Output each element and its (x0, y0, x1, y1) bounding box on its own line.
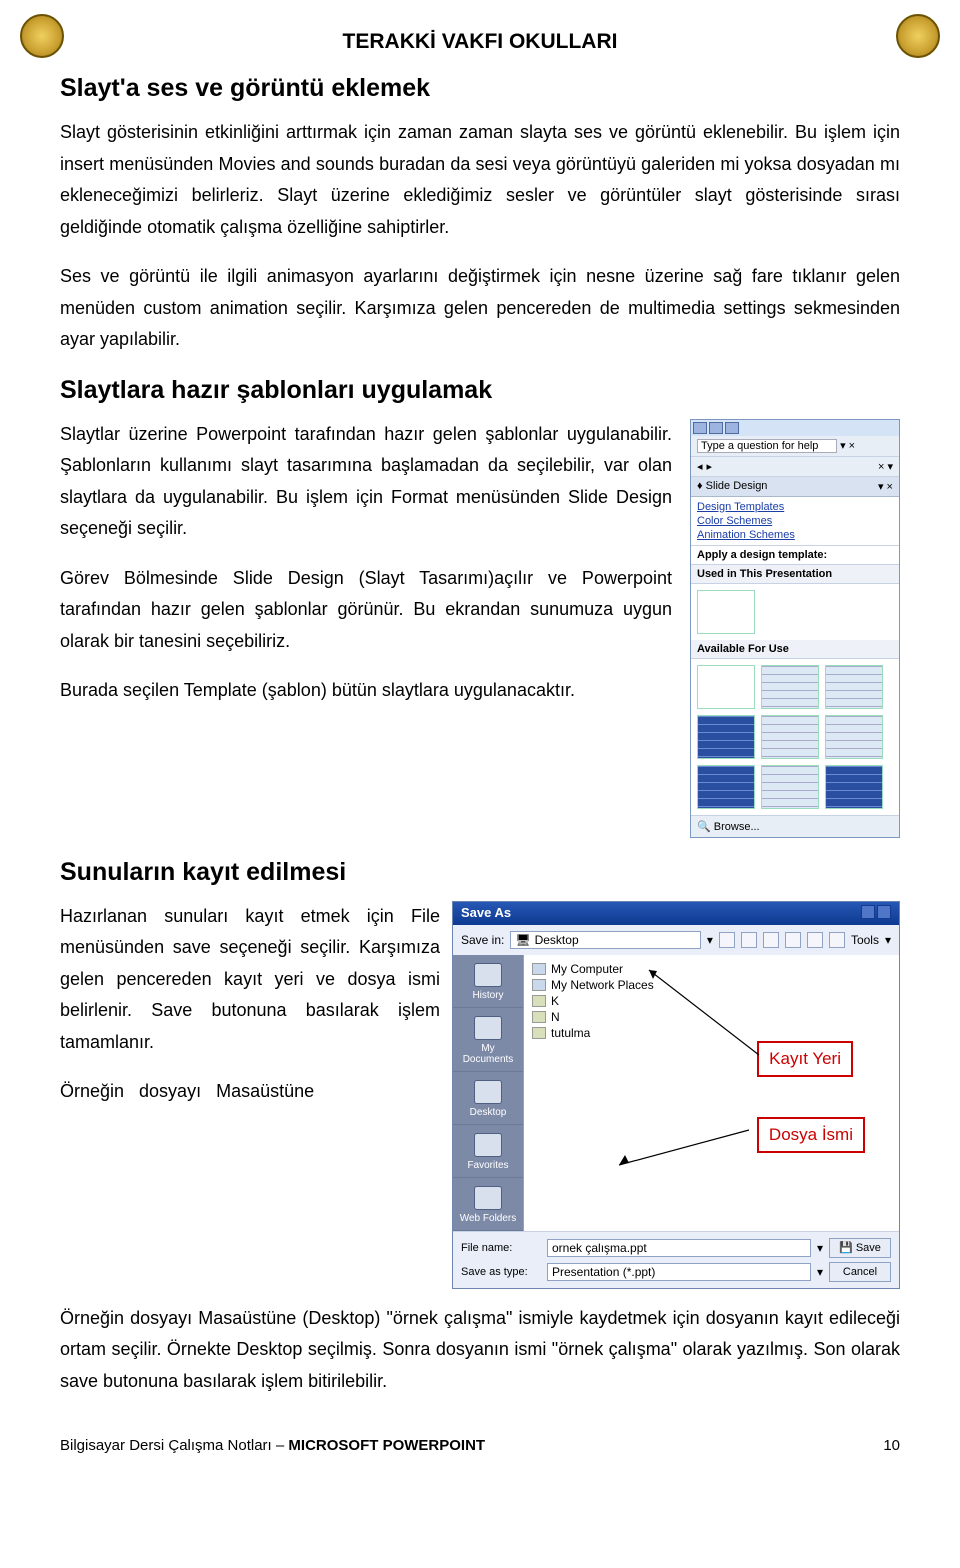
template-thumbnail[interactable] (825, 715, 883, 759)
used-in-presentation-label: Used in This Presentation (691, 565, 899, 584)
up-icon[interactable] (741, 932, 757, 948)
toolbar-icon[interactable]: ◂ (697, 460, 703, 473)
views-icon[interactable] (829, 932, 845, 948)
save-in-dropdown[interactable]: 🖥Desktop (510, 931, 701, 949)
color-schemes-link[interactable]: Color Schemes (697, 514, 893, 528)
template-thumbnail[interactable] (697, 765, 755, 809)
places-bar: History My Documents Desktop Favorites W… (453, 955, 523, 1231)
computer-icon (532, 963, 546, 975)
school-logo-right-icon (896, 14, 940, 58)
pane-title: ♦ Slide Design (697, 480, 767, 492)
places-history[interactable]: History (453, 955, 523, 1008)
design-templates-link[interactable]: Design Templates (697, 500, 893, 514)
save-as-type-dropdown[interactable]: Presentation (*.ppt) (547, 1263, 811, 1281)
help-icon[interactable] (861, 905, 875, 919)
paragraph-fragment: Örneğin dosyayı Masaüstüne (60, 1081, 314, 1101)
save-as-type-label: Save as type: (461, 1266, 541, 1278)
favorites-icon (474, 1133, 502, 1157)
template-thumbnail[interactable] (761, 665, 819, 709)
toolbar-icon[interactable]: ▸ (707, 460, 713, 473)
folder-icon (532, 1027, 546, 1039)
dropdown-icon[interactable]: ▾ (707, 933, 713, 947)
template-thumbnail[interactable] (697, 665, 755, 709)
close-icon[interactable]: ▾ × (878, 480, 893, 493)
file-name-label: File name: (461, 1242, 541, 1254)
history-icon (474, 963, 502, 987)
paragraph: Slayt gösterisinin etkinliğini arttırmak… (60, 117, 900, 243)
tools-menu[interactable]: Tools (851, 933, 879, 947)
template-thumbnail[interactable] (697, 715, 755, 759)
paragraph: Örneğin dosyayı Masaüstüne (Desktop) "ör… (60, 1303, 900, 1398)
available-for-use-label: Available For Use (691, 640, 899, 659)
delete-icon[interactable] (785, 932, 801, 948)
template-thumbnail[interactable] (825, 765, 883, 809)
heading-add-sound-video: Slayt'a ses ve görüntü eklemek (60, 74, 900, 103)
page-footer: Bilgisayar Dersi Çalışma Notları – MICRO… (60, 1437, 900, 1454)
folder-icon (532, 1011, 546, 1023)
close-icon[interactable] (725, 422, 739, 434)
maximize-icon[interactable] (709, 422, 723, 434)
help-search-input[interactable]: Type a question for help (697, 439, 837, 453)
save-button[interactable]: 💾 Save (829, 1238, 891, 1258)
dropdown-icon[interactable]: × ▾ (878, 460, 893, 473)
paragraph: Hazırlanan sunuları kayıt etmek için Fil… (60, 901, 440, 1059)
window-controls (691, 420, 899, 436)
places-web-folders[interactable]: Web Folders (453, 1178, 523, 1231)
desktop-icon: 🖥 (515, 933, 530, 947)
file-name-input[interactable]: ornek çalışma.ppt (547, 1239, 811, 1257)
back-icon[interactable] (719, 932, 735, 948)
paragraph: Görev Bölmesinde Slide Design (Slayt Tas… (60, 563, 672, 658)
callout-file-name: Dosya İsmi (757, 1117, 865, 1153)
places-desktop[interactable]: Desktop (453, 1072, 523, 1125)
paragraph: Slaytlar üzerine Powerpoint tarafından h… (60, 419, 672, 545)
arrow-icon (639, 965, 769, 1065)
animation-schemes-link[interactable]: Animation Schemes (697, 528, 893, 542)
folder-icon (532, 995, 546, 1007)
network-icon (532, 979, 546, 991)
save-as-dialog: Save As Save in: 🖥Desktop ▾ Tools▾ Histo… (452, 901, 900, 1289)
apply-template-label: Apply a design template: (691, 546, 899, 565)
minimize-icon[interactable] (693, 422, 707, 434)
heading-save-presentation: Sunuların kayıt edilmesi (60, 858, 900, 887)
template-thumbnail[interactable] (697, 590, 755, 634)
template-thumbnail[interactable] (761, 715, 819, 759)
dialog-title: Save As (461, 905, 511, 922)
template-thumbnail[interactable] (761, 765, 819, 809)
template-thumbnail[interactable] (825, 665, 883, 709)
places-favorites[interactable]: Favorites (453, 1125, 523, 1178)
callout-save-location: Kayıt Yeri (757, 1041, 853, 1077)
cancel-button[interactable]: Cancel (829, 1262, 891, 1282)
dialog-controls (859, 905, 891, 922)
new-folder-icon[interactable] (807, 932, 823, 948)
document-page: TERAKKİ VAKFI OKULLARI Slayt'a ses ve gö… (0, 0, 960, 1484)
close-icon[interactable] (877, 905, 891, 919)
save-in-label: Save in: (461, 933, 504, 947)
page-header: TERAKKİ VAKFI OKULLARI (60, 30, 900, 54)
search-icon[interactable] (763, 932, 779, 948)
school-logo-left-icon (20, 14, 64, 58)
paragraph: Burada seçilen Template (şablon) bütün s… (60, 675, 672, 707)
browse-button[interactable]: 🔍 Browse... (697, 821, 760, 833)
desktop-icon (474, 1080, 502, 1104)
dropdown-icon[interactable]: ▾ (817, 1265, 823, 1279)
arrow-icon (609, 1115, 759, 1175)
places-my-documents[interactable]: My Documents (453, 1008, 523, 1072)
heading-apply-templates: Slaytlara hazır şablonları uygulamak (60, 376, 900, 405)
slide-design-task-pane: Type a question for help ▾ × ◂ ▸ × ▾ ♦ Sli… (690, 419, 900, 838)
globe-icon (474, 1186, 502, 1210)
dropdown-icon[interactable]: ▾ (817, 1241, 823, 1255)
page-number: 10 (883, 1437, 900, 1454)
footer-left: Bilgisayar Dersi Çalışma Notları – MICRO… (60, 1437, 485, 1454)
folder-icon (474, 1016, 502, 1040)
paragraph: Ses ve görüntü ile ilgili animasyon ayar… (60, 261, 900, 356)
file-list[interactable]: My Computer My Network Places K N tutulm… (523, 955, 899, 1231)
dropdown-icon[interactable]: ▾ × (840, 440, 855, 452)
